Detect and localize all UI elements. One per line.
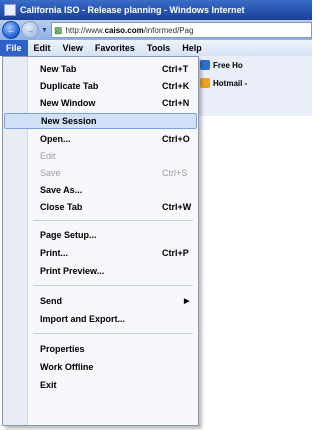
menu-item-label: Edit [40,151,56,161]
menu-item-print[interactable]: Print... Ctrl+P [4,245,197,261]
menu-item-print-preview[interactable]: Print Preview... [4,263,197,279]
menu-item-label: Open... [40,134,71,144]
menu-help[interactable]: Help [176,40,208,56]
window-title: California ISO - Release planning - Wind… [20,5,245,15]
menu-item-label: Save As... [40,185,83,195]
menu-item-label: New Tab [40,64,77,74]
menu-tools[interactable]: Tools [141,40,176,56]
submenu-arrow-icon: ▶ [184,298,190,305]
ie-app-icon [4,4,16,16]
menu-item-label: Duplicate Tab [40,81,99,91]
menu-item-shortcut: Ctrl+P [162,248,189,258]
menu-item-label: New Session [41,116,97,126]
url-prefix: http://www. [65,25,105,35]
history-dropdown-icon[interactable]: ▼ [41,27,48,34]
menu-item-close-tab[interactable]: Close Tab Ctrl+W [4,199,197,215]
menu-item-label: New Window [40,98,96,108]
menu-item-edit: Edit [4,148,197,164]
menu-item-label: Import and Export... [40,314,126,324]
menu-view[interactable]: View [57,40,89,56]
menu-item-save: Save Ctrl+S [4,165,197,181]
menu-item-import-export[interactable]: Import and Export... [4,311,197,327]
menu-item-open[interactable]: Open... Ctrl+O [4,131,197,147]
window-titlebar: California ISO - Release planning - Wind… [0,0,312,20]
menu-edit[interactable]: Edit [28,40,57,56]
menu-item-properties[interactable]: Properties [4,341,197,357]
menu-item-label: Properties [40,344,85,354]
menu-separator [33,285,193,286]
page-icon: ▩ [53,24,63,35]
menu-item-label: Send [40,296,63,306]
menu-separator [33,333,193,334]
menu-item-new-session[interactable]: New Session [4,113,197,129]
address-bar: ← → ▼ ▩ http://www. caiso.com/informed/Pa… [0,20,312,40]
menu-item-shortcut: Ctrl+W [162,202,192,212]
file-menu-dropdown: New Tab Ctrl+T Duplicate Tab Ctrl+K New … [2,56,199,426]
back-button[interactable]: ← [2,21,20,39]
menu-item-label: Exit [40,380,57,390]
menu-item-send[interactable]: Send ▶ [4,293,197,309]
menu-item-page-setup[interactable]: Page Setup... [4,227,197,243]
hotmail-icon [200,78,210,88]
menu-item-shortcut: Ctrl+S [162,168,188,178]
url-path: /informed/Pag [143,25,194,35]
menu-item-new-tab[interactable]: New Tab Ctrl+T [4,61,197,77]
menu-item-shortcut: Ctrl+T [162,64,189,74]
menu-item-label: Print... [40,248,69,258]
url-domain: caiso.com [104,25,144,35]
hotmail-link[interactable]: Hotmail - [200,76,247,90]
menu-item-exit[interactable]: Exit [4,377,197,393]
menu-item-label: Save [40,168,61,178]
menu-file[interactable]: File [0,40,28,56]
menu-item-new-window[interactable]: New Window Ctrl+N [4,95,197,111]
url-field[interactable]: ▩ http://www. caiso.com/informed/Pag [50,22,312,38]
menu-item-duplicate-tab[interactable]: Duplicate Tab Ctrl+K [4,78,197,94]
menu-item-label: Page Setup... [40,230,97,240]
hotmail-link-label: Hotmail - [213,78,248,88]
menu-item-work-offline[interactable]: Work Offline [4,359,197,375]
menu-item-shortcut: Ctrl+O [162,134,190,144]
ie-link-icon [200,60,210,70]
menu-favorites[interactable]: Favorites [89,40,141,56]
menu-item-shortcut: Ctrl+K [162,81,190,91]
menu-item-shortcut: Ctrl+N [162,98,190,108]
menu-item-label: Work Offline [40,362,94,372]
menu-item-label: Close Tab [40,202,83,212]
menu-item-label: Print Preview... [40,266,105,276]
menu-item-save-as[interactable]: Save As... [4,182,197,198]
forward-button[interactable]: → [21,21,39,39]
menu-bar: File Edit View Favorites Tools Help [0,40,312,57]
free-hotmail-link[interactable]: Free Ho [200,58,243,72]
free-link-label: Free Ho [213,60,243,70]
menu-separator [33,220,193,221]
